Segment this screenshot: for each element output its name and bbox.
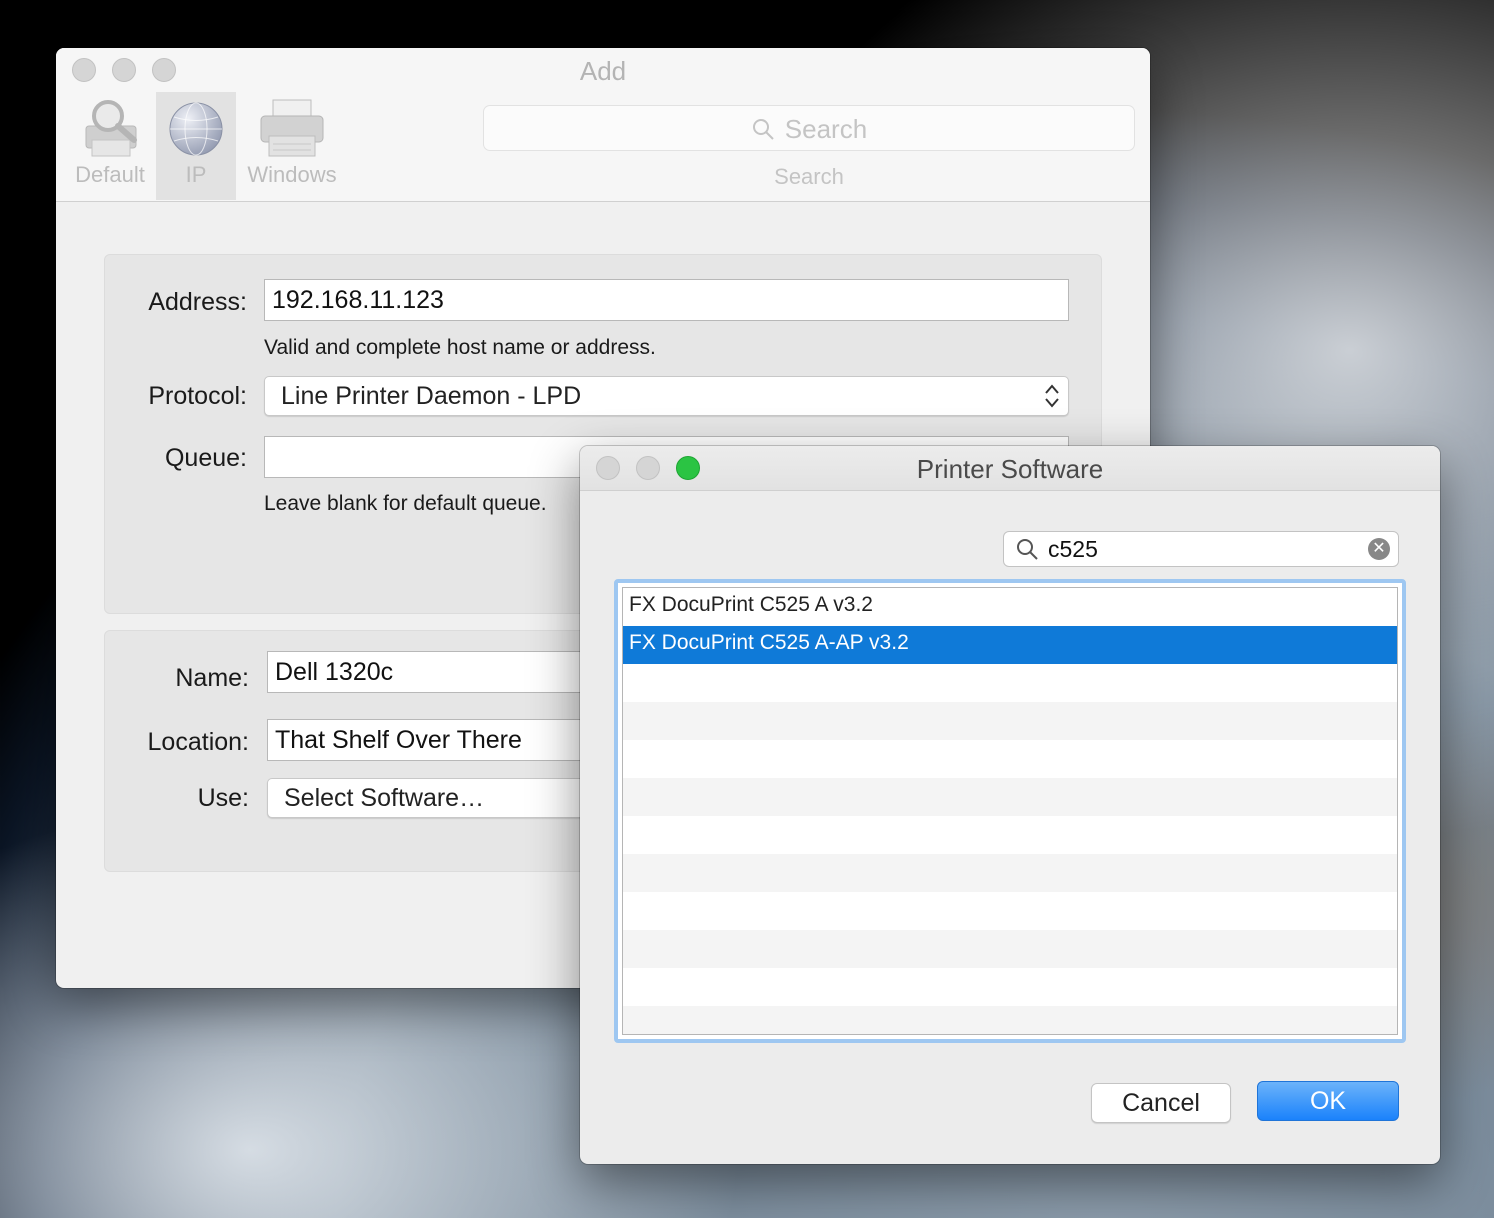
empty-row	[623, 968, 1397, 1006]
address-hint: Valid and complete host name or address.	[264, 336, 656, 359]
empty-row	[623, 740, 1397, 778]
address-field[interactable]: 192.168.11.123	[264, 279, 1069, 321]
protocol-value: Line Printer Daemon - LPD	[281, 382, 582, 410]
toolbar-ip-button[interactable]: IP	[156, 92, 236, 200]
toolbar-search-placeholder: Search	[784, 114, 868, 144]
toolbar: Add Default IP Windows Search Search	[56, 48, 1150, 202]
software-list-rows: FX DocuPrint C525 A v3.2 FX DocuPrint C5…	[622, 587, 1398, 1035]
list-item-selected[interactable]: FX DocuPrint C525 A-AP v3.2	[623, 626, 1397, 664]
empty-row	[623, 702, 1397, 740]
software-search-value: c525	[1048, 536, 1098, 562]
printer-software-window: Printer Software c525 ✕ FX DocuPrint C52…	[580, 446, 1440, 1164]
list-item[interactable]: FX DocuPrint C525 A v3.2	[623, 588, 1397, 626]
toolbar-ip-label: IP	[185, 162, 207, 187]
clear-search-icon[interactable]: ✕	[1368, 538, 1390, 560]
empty-row	[623, 816, 1397, 854]
empty-row	[623, 854, 1397, 892]
toolbar-search-placeholder-row: Search	[484, 114, 1134, 145]
printer-software-titlebar: Printer Software	[580, 446, 1440, 491]
queue-hint: Leave blank for default queue.	[264, 492, 547, 515]
printer-icon	[260, 99, 324, 157]
search-icon	[752, 119, 774, 140]
toolbar-search-field[interactable]: Search	[484, 106, 1134, 150]
toolbar-windows-label: Windows	[247, 162, 337, 187]
software-search-field[interactable]: c525 ✕	[1003, 531, 1399, 567]
toolbar-default-label: Default	[75, 162, 145, 187]
address-label: Address:	[148, 288, 247, 316]
empty-row	[623, 778, 1397, 816]
magnifier-printer-icon	[85, 100, 137, 157]
empty-row	[623, 1006, 1397, 1034]
name-label: Name:	[175, 664, 249, 692]
use-label: Use:	[197, 784, 249, 812]
cancel-button[interactable]: Cancel	[1091, 1083, 1231, 1123]
queue-label: Queue:	[164, 444, 247, 472]
protocol-label: Protocol:	[148, 382, 247, 410]
empty-row	[623, 892, 1397, 930]
search-icon	[1017, 539, 1038, 560]
toolbar-search-label: Search	[774, 164, 844, 189]
window-title: Add	[579, 56, 627, 86]
software-list[interactable]: FX DocuPrint C525 A v3.2 FX DocuPrint C5…	[614, 579, 1406, 1043]
empty-row	[623, 930, 1397, 968]
toolbar-windows-button[interactable]: Windows	[240, 92, 344, 200]
up-down-chevron-icon	[1045, 384, 1059, 408]
globe-icon	[169, 102, 223, 156]
protocol-popup[interactable]: Line Printer Daemon - LPD	[264, 376, 1069, 416]
toolbar-default-button[interactable]: Default	[68, 92, 152, 200]
ok-button[interactable]: OK	[1257, 1081, 1399, 1121]
location-label: Location:	[147, 728, 249, 756]
ps-window-title: Printer Software	[916, 454, 1104, 484]
use-software-value: Select Software…	[284, 784, 485, 812]
empty-row	[623, 664, 1397, 702]
